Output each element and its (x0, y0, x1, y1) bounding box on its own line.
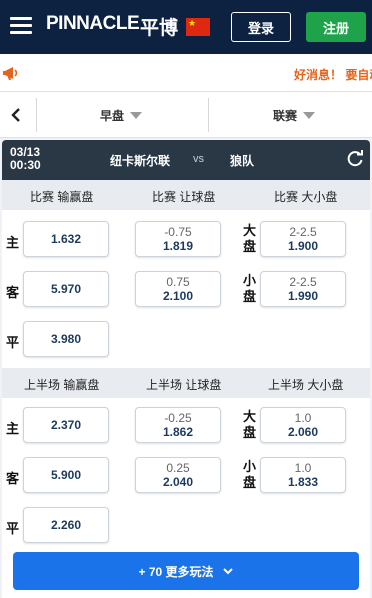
odds-price: 2.260 (50, 518, 82, 532)
first-half-section-header: 上半场 输赢盘 上半场 让球盘 上半场 大小盘 (2, 368, 370, 398)
login-button[interactable]: 登录 (231, 12, 291, 42)
refresh-icon[interactable] (346, 150, 364, 168)
megaphone-icon (3, 67, 18, 80)
odds-price: 3.980 (50, 332, 82, 346)
handicap-title: 比赛 让球盘 (152, 190, 216, 204)
handicap-title: 上半场 让球盘 (146, 378, 222, 392)
odds-button[interactable]: 1.0 1.833 (260, 457, 346, 493)
league-dropdown-label: 联赛 (273, 109, 298, 123)
odds-price: 1.833 (287, 475, 319, 489)
odds-line: 1.0 (294, 411, 312, 425)
odds-price: 2.370 (50, 418, 82, 432)
odds-button[interactable]: -0.25 1.862 (135, 407, 221, 443)
home-label: 主 (6, 235, 20, 250)
odds-price: 1.990 (287, 289, 319, 303)
odds-button[interactable]: 2-2.5 1.990 (260, 271, 346, 307)
hamburger-icon[interactable] (10, 17, 32, 35)
period-dropdown-label: 早盘 (100, 109, 125, 123)
odds-button[interactable]: 2.370 (23, 407, 109, 443)
brand-logo-cn[interactable]: 平博 (140, 13, 178, 40)
odds-line: 1.0 (294, 461, 312, 475)
under-label: 小盘 (243, 273, 257, 304)
vs-text: vs (193, 153, 204, 165)
odds-button[interactable]: 2.260 (23, 507, 109, 543)
odds-price: 2.100 (162, 289, 194, 303)
odds-button[interactable]: 5.970 (23, 271, 109, 307)
odds-price: 2.060 (287, 425, 319, 439)
caret-down-icon (130, 112, 143, 119)
odds-button[interactable]: 0.25 2.040 (135, 457, 221, 493)
more-markets-label: + 70 更多玩法 (138, 564, 214, 579)
odds-button[interactable]: -0.75 1.819 (135, 221, 221, 257)
odds-button[interactable]: 1.0 2.060 (260, 407, 346, 443)
odds-line: 2-2.5 (289, 225, 317, 239)
divider (36, 98, 37, 132)
total-title: 比赛 大小盘 (274, 190, 338, 204)
odds-price: 1.862 (162, 425, 194, 439)
draw-label: 平 (6, 521, 20, 536)
chevron-left-icon[interactable] (6, 104, 26, 126)
away-label: 客 (6, 285, 20, 300)
odds-price: 1.900 (287, 239, 319, 253)
odds-line: 0.25 (166, 461, 190, 475)
odds-button[interactable]: 1.632 (23, 221, 109, 257)
divider (208, 98, 209, 132)
under-label: 小盘 (243, 459, 257, 490)
announcement-bar[interactable]: 好消息！ 要自动 (0, 54, 372, 92)
draw-label: 平 (6, 335, 20, 350)
odds-price: 2.040 (162, 475, 194, 489)
moneyline-title: 比赛 输赢盘 (30, 190, 94, 204)
filter-bar: 早盘 联赛 (0, 92, 372, 138)
odds-panel: 比赛 输赢盘 比赛 让球盘 比赛 大小盘 主 1.632 客 5.970 平 3… (2, 180, 370, 598)
odds-line: 2-2.5 (289, 275, 317, 289)
home-team: 纽卡斯尔联 (110, 154, 171, 168)
odds-price: 1.819 (162, 239, 194, 253)
odds-button[interactable]: 0.75 2.100 (135, 271, 221, 307)
over-label: 大盘 (243, 409, 257, 440)
odds-button[interactable]: 5.900 (23, 457, 109, 493)
odds-line: -0.25 (164, 411, 192, 425)
china-flag-icon[interactable]: ★ (186, 18, 210, 36)
odds-price: 1.632 (50, 232, 82, 246)
brand-logo[interactable]: PINNACLE (46, 13, 140, 35)
announcement-text: 好消息！ 要自动 (294, 68, 372, 82)
away-label: 客 (6, 471, 20, 486)
register-button[interactable]: 注册 (306, 12, 366, 42)
over-label: 大盘 (243, 223, 257, 254)
match-time: 00:30 (10, 158, 41, 172)
match-datetime: 03/13 00:30 (10, 146, 41, 172)
home-label: 主 (6, 421, 20, 436)
period-dropdown[interactable]: 早盘 (100, 107, 143, 124)
chevron-down-icon (222, 568, 233, 575)
odds-price: 5.900 (50, 468, 82, 482)
league-dropdown[interactable]: 联赛 (273, 107, 316, 124)
match-header: 03/13 00:30 纽卡斯尔联 vs 狼队 (2, 140, 370, 180)
odds-line: -0.75 (164, 225, 192, 239)
odds-button[interactable]: 3.980 (23, 321, 109, 357)
away-team: 狼队 (230, 154, 255, 168)
full-time-section-header: 比赛 输赢盘 比赛 让球盘 比赛 大小盘 (2, 180, 370, 210)
odds-button[interactable]: 2-2.5 1.900 (260, 221, 346, 257)
moneyline-title: 上半场 输赢盘 (24, 378, 100, 392)
odds-price: 5.970 (50, 282, 82, 296)
more-markets-button[interactable]: + 70 更多玩法 (13, 552, 359, 590)
total-title: 上半场 大小盘 (268, 378, 344, 392)
top-header: PINNACLE 平博 ★ 登录 注册 (0, 0, 372, 54)
odds-line: 0.75 (166, 275, 190, 289)
caret-down-icon (303, 112, 316, 119)
